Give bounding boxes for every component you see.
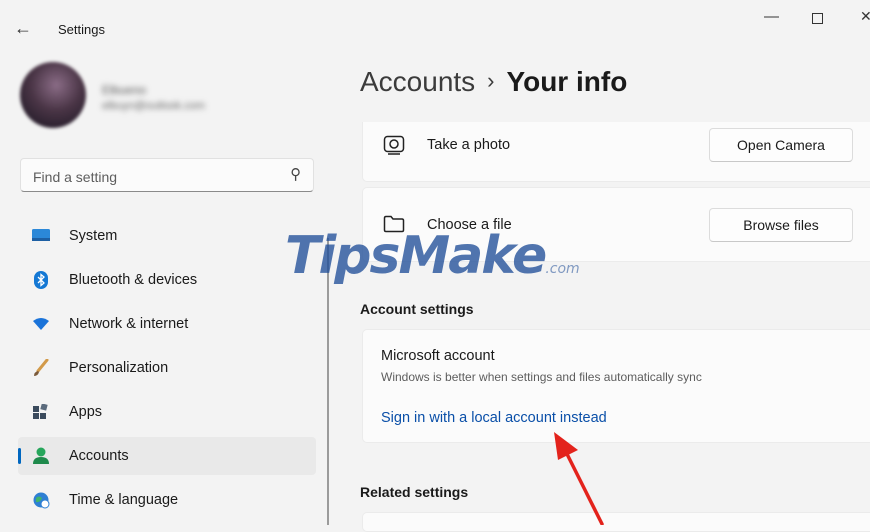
brush-icon (32, 359, 50, 377)
sidebar-item-label: Bluetooth & devices (69, 272, 198, 288)
system-icon (32, 227, 50, 245)
folder-icon (383, 215, 405, 238)
browse-files-button[interactable]: Browse files (709, 208, 853, 242)
minimize-icon[interactable]: — (764, 8, 779, 25)
microsoft-account-description: Windows is better when settings and file… (381, 370, 702, 384)
globe-clock-icon (32, 491, 50, 509)
breadcrumb: Accounts › Your info (360, 66, 627, 98)
sidebar-item-label: Network & internet (69, 316, 189, 332)
page-title: Your info (506, 66, 628, 97)
apps-icon (32, 403, 50, 421)
microsoft-account-title: Microsoft account (381, 348, 495, 364)
choose-file-label: Choose a file (427, 217, 512, 233)
title-bar: ← Settings — ✕ (0, 0, 870, 56)
window-title: Settings (58, 22, 105, 37)
take-photo-card: Take a photo Open Camera (362, 122, 870, 182)
related-settings-heading: Related settings (360, 484, 469, 500)
network-icon (32, 315, 50, 333)
sidebar-item-label: Time & language (69, 492, 179, 508)
sidebar-item-bluetooth[interactable]: Bluetooth & devices (18, 261, 316, 299)
back-arrow-icon[interactable]: ← (14, 18, 32, 39)
sidebar-item-personalization[interactable]: Personalization (18, 349, 316, 387)
sidebar-item-label: Apps (69, 404, 103, 420)
bluetooth-icon (32, 271, 50, 289)
open-camera-button[interactable]: Open Camera (709, 128, 853, 162)
sidebar-item-label: System (69, 228, 118, 244)
user-email: elbuyn@outlook.com (102, 100, 205, 112)
annotation-arrow-icon (554, 432, 604, 525)
search-input[interactable]: Find a setting ⚲ (20, 158, 314, 192)
sidebar-item-apps[interactable]: Apps (18, 393, 316, 431)
sidebar-item-label: Personalization (69, 360, 169, 376)
sidebar-item-label: Accounts (69, 448, 129, 464)
search-icon: ⚲ (290, 166, 301, 183)
sidebar-item-accounts[interactable]: Accounts (18, 437, 316, 475)
camera-icon (383, 135, 405, 160)
sidebar-item-time-language[interactable]: Time & language (18, 481, 316, 519)
account-settings-heading: Account settings (360, 301, 474, 317)
user-name: Elbueno (102, 83, 147, 97)
sidebar-item-system[interactable]: System (18, 217, 316, 255)
breadcrumb-separator: › (487, 68, 495, 93)
search-placeholder: Find a setting (33, 169, 118, 185)
active-indicator (18, 448, 21, 464)
sidebar-item-network[interactable]: Network & internet (18, 305, 316, 343)
take-photo-label: Take a photo (427, 137, 511, 153)
maximize-icon[interactable] (812, 13, 823, 24)
watermark-suffix: .com (545, 261, 580, 277)
close-icon[interactable]: ✕ (860, 8, 870, 25)
breadcrumb-parent[interactable]: Accounts (360, 66, 475, 97)
avatar (20, 62, 86, 128)
pane-divider (327, 238, 329, 525)
choose-file-card: Choose a file Browse files (362, 187, 870, 262)
person-icon (32, 447, 50, 465)
